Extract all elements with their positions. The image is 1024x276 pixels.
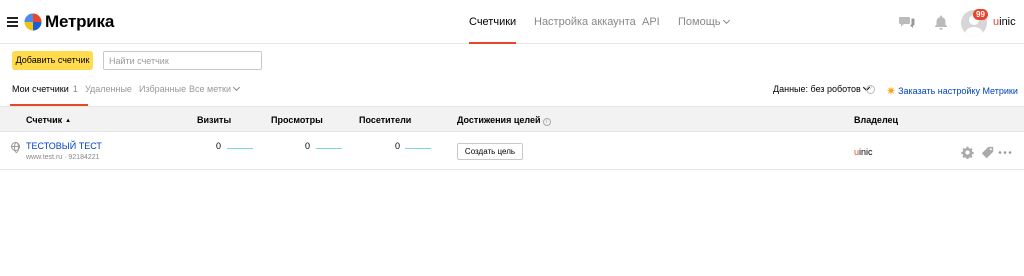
data-filter-select[interactable]: Данные: без роботов [773,83,870,94]
username-rest: inic [999,16,1016,28]
visits-value: 0 [216,141,222,151]
visitors-value: 0 [395,141,401,151]
visitors-sparkline [405,148,431,149]
chat-icon[interactable] [899,14,915,30]
owner-name: uinic [854,147,873,157]
column-owner: Владелец [854,115,899,125]
counter-site-id: www.test.ru · 92184221 [26,154,100,161]
globe-icon [11,142,20,153]
filter-my-counters-label: Мои счетчики [12,84,69,94]
info-icon[interactable]: i [542,118,551,126]
chevron-down-icon [722,16,730,25]
nav-help-label: Помощь [678,16,721,28]
sparkle-icon: ✷ [886,84,897,98]
nav-account-settings[interactable]: Настройка аккаунта [534,0,636,44]
column-goals[interactable]: Достижения целей i [457,115,551,126]
column-goals-label: Достижения целей [457,115,541,125]
filter-favorites[interactable]: Избранные [139,84,186,106]
order-setup-link[interactable]: ✷ Заказать настройку Метрики [886,83,1018,98]
chevron-down-icon [232,83,241,92]
column-counter-label: Счетчик [26,115,63,125]
nav-help[interactable]: Помощь [678,0,730,44]
gear-icon[interactable] [961,146,974,159]
notifications-badge: 99 [973,9,988,20]
counter-name-link[interactable]: ТЕСТОВЫЙ ТЕСТ [26,141,102,151]
column-visitors[interactable]: Посетители [359,115,411,125]
filter-all-tags-label: Все метки [189,84,231,94]
username[interactable]: uinic [993,16,1016,28]
filter-deleted[interactable]: Удаленные [85,84,132,106]
help-icon[interactable]: ? [866,85,875,94]
views-value: 0 [305,141,311,151]
table-header: Счетчик ▲ Визиты Просмотры Посетители Дос… [0,106,1024,132]
filter-all-tags[interactable]: Все метки [189,83,241,106]
views-sparkline [316,148,342,149]
create-goal-button[interactable]: Создать цель [457,143,523,160]
visits-sparkline [227,148,253,149]
column-views[interactable]: Просмотры [271,115,323,125]
metrika-logo-icon[interactable] [24,13,42,31]
column-visits[interactable]: Визиты [197,115,231,125]
owner-rest: inic [859,147,873,157]
app-title[interactable]: Метрика [45,12,114,32]
counter-search-input[interactable] [103,51,262,70]
hamburger-menu-icon[interactable] [7,17,18,27]
more-icon[interactable] [998,146,1012,159]
nav-api[interactable]: API [642,0,660,44]
column-counter[interactable]: Счетчик ▲ [26,115,71,125]
top-header: Метрика Счетчики Настройка аккаунта API … [0,0,1024,44]
nav-counters[interactable]: Счетчики [469,0,517,44]
data-filter-label: Данные: без роботов [773,84,861,94]
filter-my-counters[interactable]: Мои счетчики 1 [10,84,88,106]
filter-my-counters-count: 1 [72,84,78,94]
bell-icon[interactable] [933,14,949,30]
sort-up-icon: ▲ [65,118,72,124]
tag-icon[interactable] [981,146,994,159]
add-counter-button[interactable]: Добавить счетчик [12,51,93,70]
order-setup-label: Заказать настройку Метрики [898,86,1018,96]
